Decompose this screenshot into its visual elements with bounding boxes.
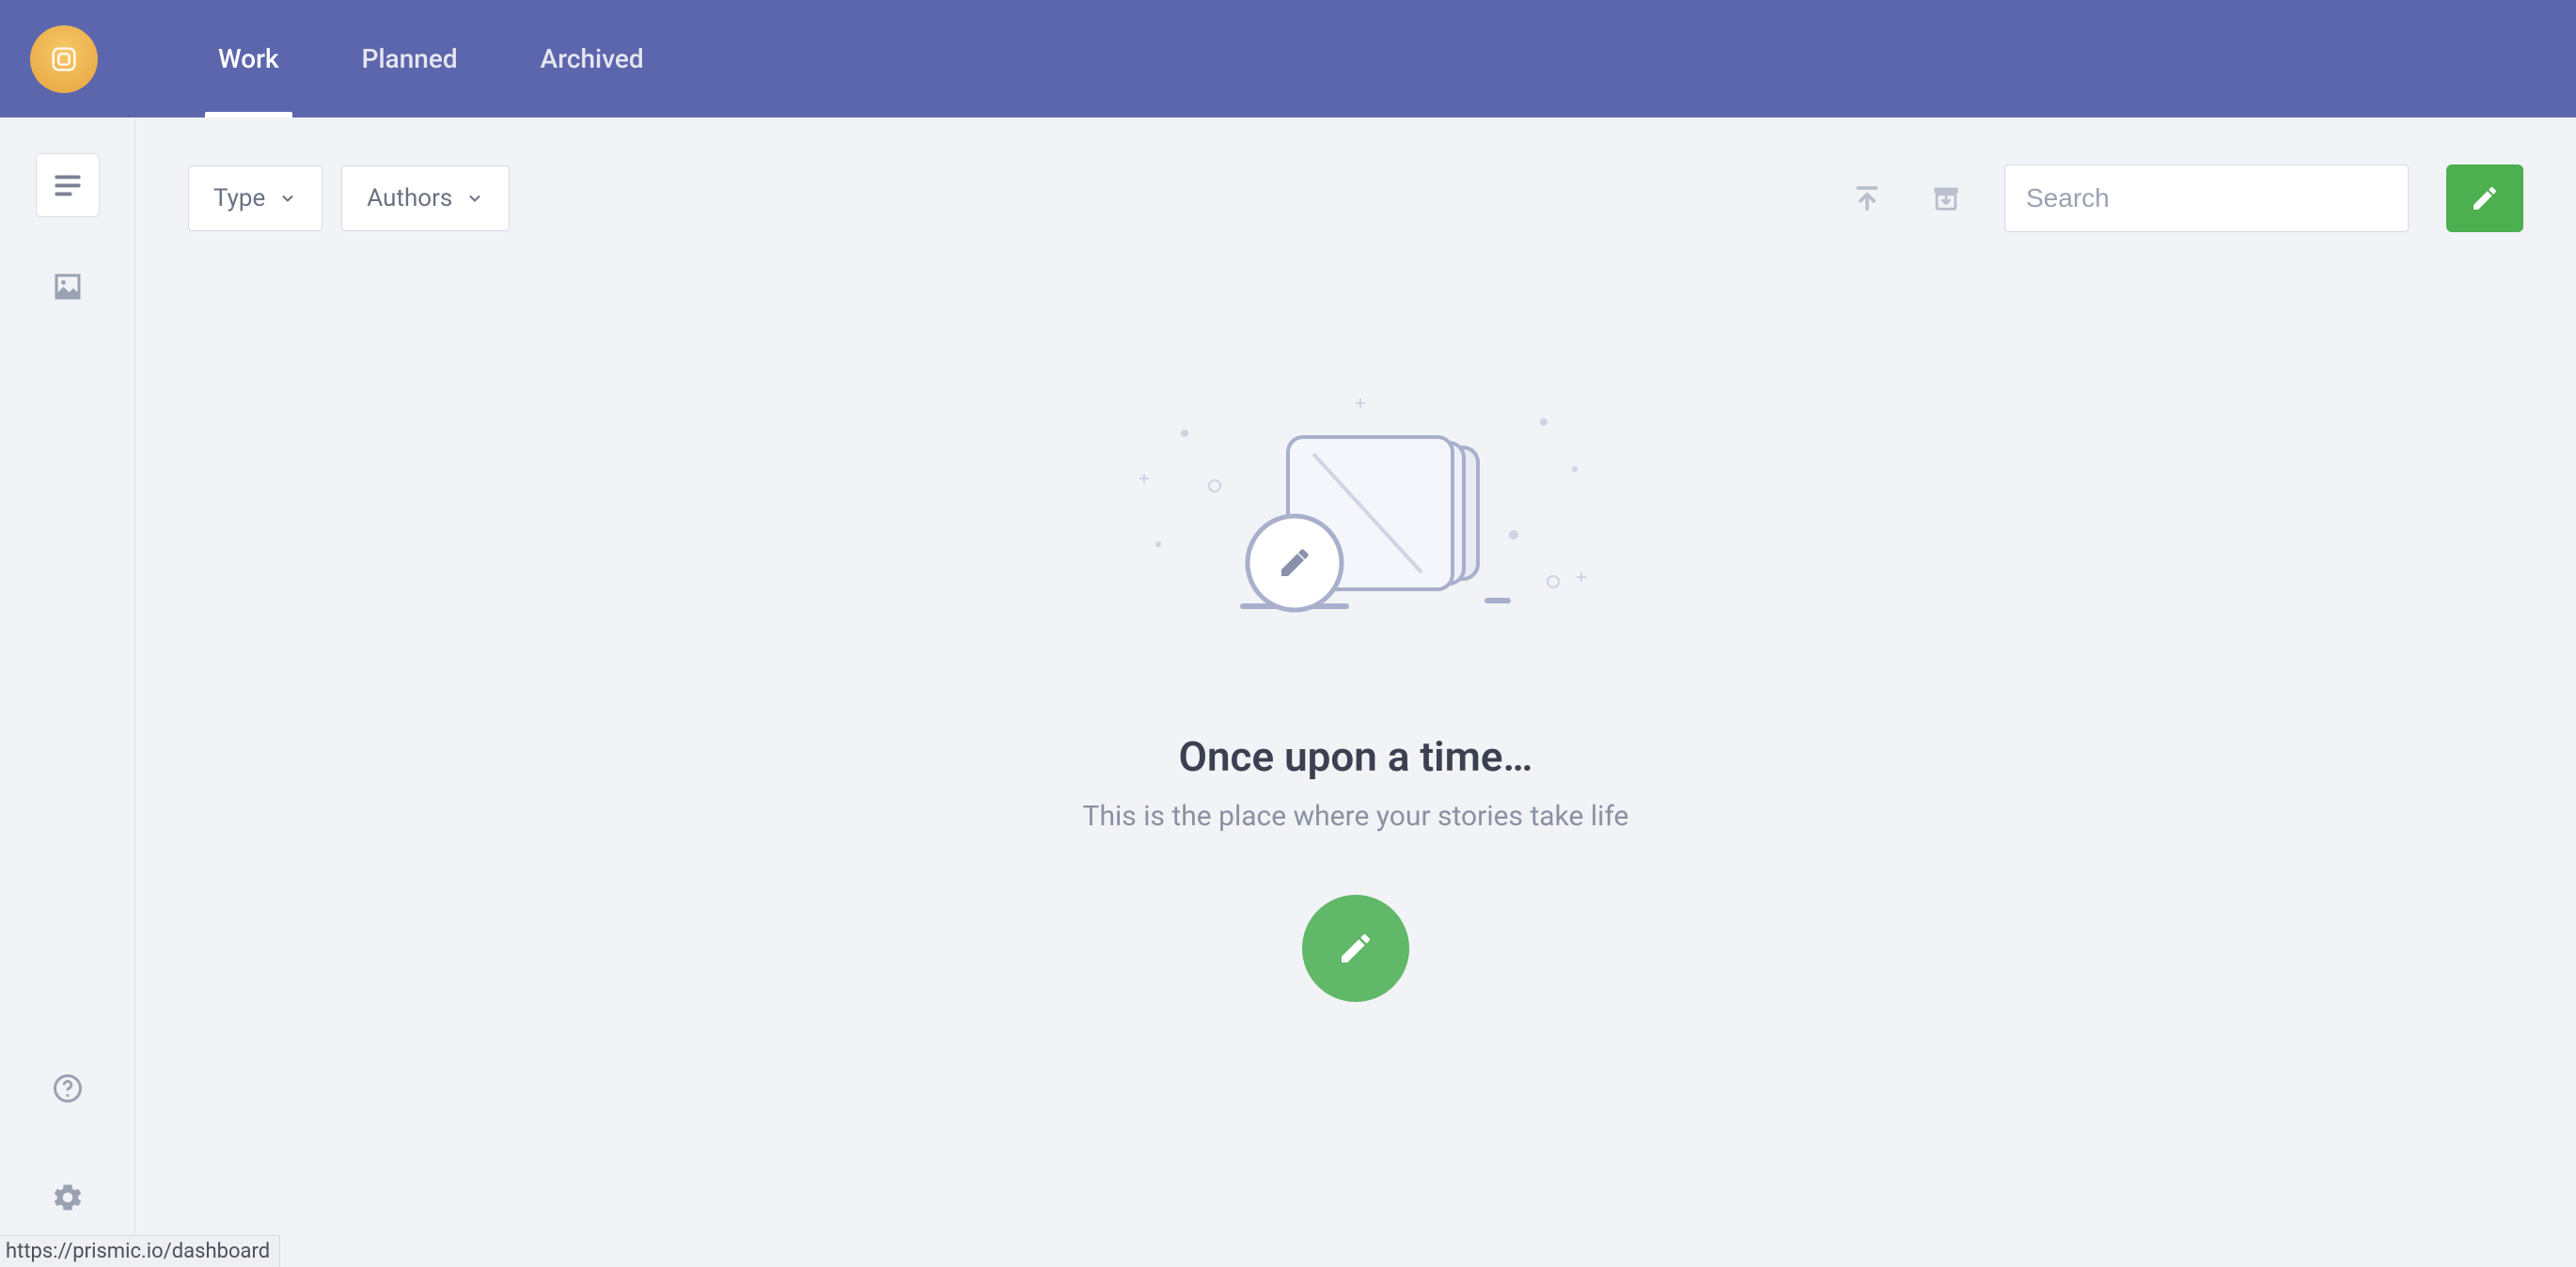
tab-planned[interactable]: Planned — [354, 0, 465, 117]
app-header: Work Planned Archived — [0, 0, 2576, 117]
main-content: Type Authors — [135, 117, 2576, 1267]
empty-state-subtitle: This is the place where your stories tak… — [1083, 800, 1629, 833]
tab-work[interactable]: Work — [211, 0, 287, 117]
status-bar-text: https://prismic.io/dashboard — [6, 1240, 270, 1263]
rail-media[interactable] — [36, 255, 100, 319]
help-circle-icon — [51, 1071, 85, 1105]
text-lines-icon — [51, 168, 85, 202]
create-document-fab[interactable] — [1302, 895, 1409, 1002]
header-tabs: Work Planned Archived — [211, 0, 652, 117]
empty-state-illustration — [1102, 375, 1610, 676]
rail-settings[interactable] — [36, 1165, 100, 1229]
empty-state-title: Once upon a time… — [1179, 732, 1533, 781]
status-bar: https://prismic.io/dashboard — [0, 1235, 280, 1267]
tab-label: Planned — [362, 43, 458, 74]
workspace-logo[interactable] — [30, 25, 98, 93]
empty-state: Once upon a time… This is the place wher… — [188, 195, 2523, 1182]
rail-help[interactable] — [36, 1056, 100, 1120]
tab-label: Work — [218, 43, 279, 74]
side-rail — [0, 117, 135, 1267]
rail-documents[interactable] — [36, 153, 100, 217]
tab-archived[interactable]: Archived — [533, 0, 652, 117]
pencil-icon — [1337, 930, 1374, 967]
workspace-logo-icon — [48, 43, 80, 75]
image-icon — [51, 270, 85, 304]
gear-icon — [51, 1181, 85, 1214]
tab-label: Archived — [541, 43, 644, 74]
